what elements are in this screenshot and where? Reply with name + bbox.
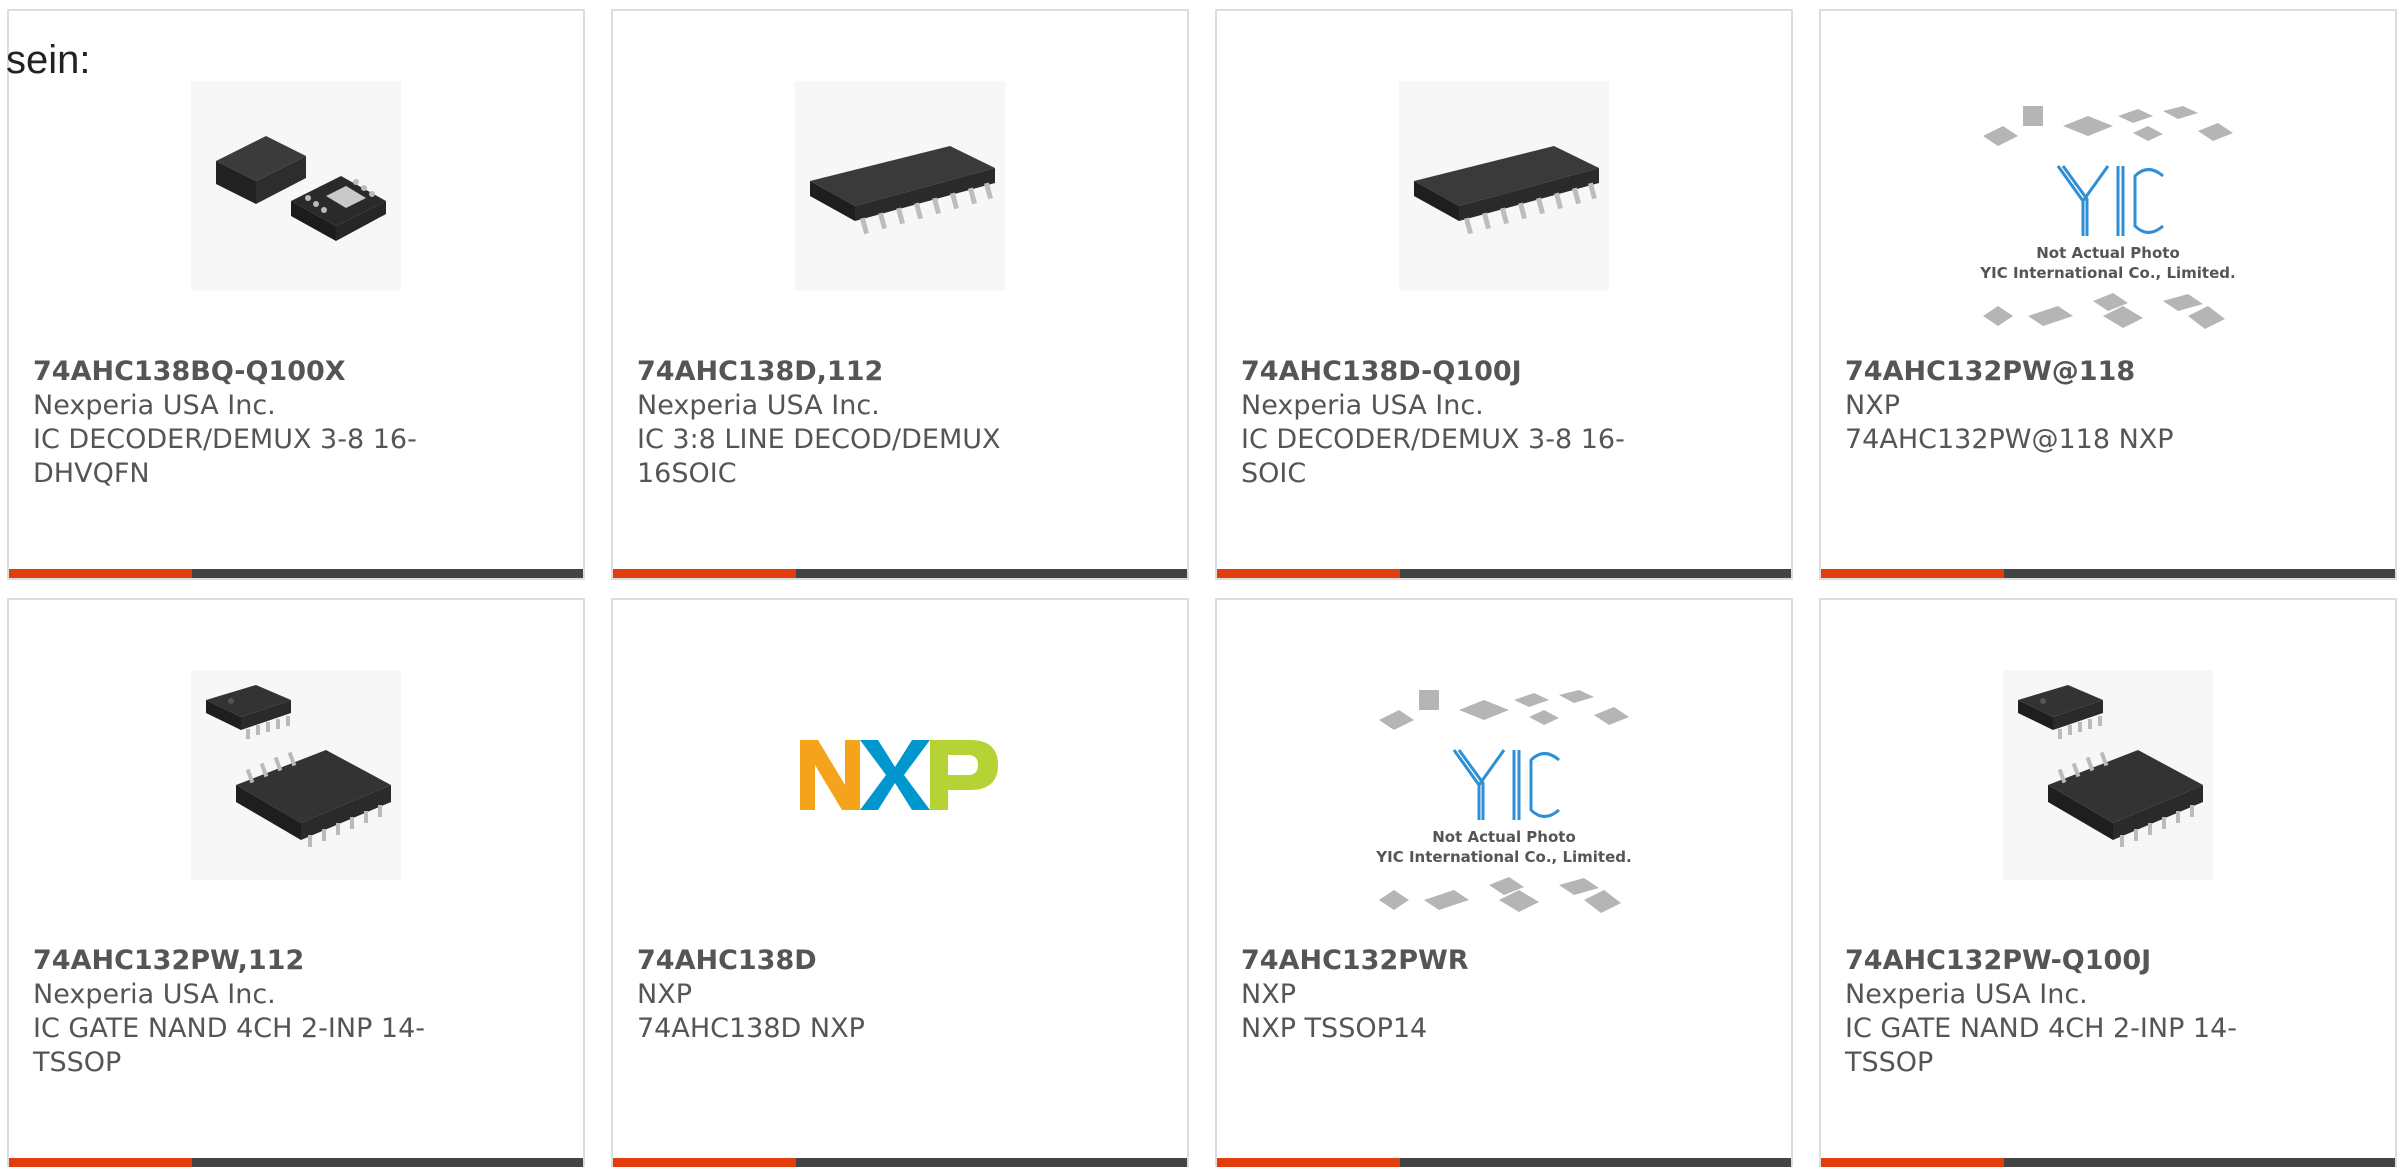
intro-text: sein: (6, 38, 91, 82)
card-footer-bar (613, 1158, 1187, 1167)
soic-chip-image[interactable] (795, 81, 1005, 291)
card-footer-bar (1217, 569, 1791, 578)
svg-text:Not Actual Photo: Not Actual Photo (1432, 828, 1576, 846)
product-description-line: IC GATE NAND 4CH 2-INP 14- (1845, 1013, 2238, 1044)
yic-placeholder-image[interactable]: Not Actual Photo YIC International Co., … (1359, 685, 1649, 935)
product-info: 74AHC138D-Q100J Nexperia USA Inc. IC DEC… (1241, 355, 1661, 491)
product-description-line: 74AHC138D NXP (637, 1013, 865, 1044)
product-grid-page: sein: 74AHC138BQ-Q100X Nexperia USA Inc.… (0, 0, 2400, 1167)
tssop-chip-image[interactable] (191, 670, 401, 880)
card-footer-bar (613, 569, 1187, 578)
qfn-chip-image[interactable] (191, 81, 401, 291)
product-card[interactable]: 74AHC132PW,112 Nexperia USA Inc. IC GATE… (7, 598, 585, 1167)
product-card[interactable]: 74AHC138D NXP 74AHC138D NXP (611, 598, 1189, 1167)
product-description-line: TSSOP (33, 1047, 122, 1078)
product-description-line: IC DECODER/DEMUX 3-8 16- (1241, 424, 1625, 455)
card-accent-bar (1821, 569, 2004, 578)
product-info: 74AHC132PWR NXP NXP TSSOP14 (1241, 944, 1661, 1046)
card-footer-bar (1821, 1158, 2395, 1167)
yic-placeholder-image[interactable]: Not Actual Photo YIC International Co., … (1963, 101, 2253, 351)
product-description-line: IC DECODER/DEMUX 3-8 16- (33, 424, 417, 455)
product-card[interactable]: 74AHC138D-Q100J Nexperia USA Inc. IC DEC… (1215, 9, 1793, 580)
tssop-chip-image[interactable] (2003, 670, 2213, 880)
product-description-line: TSSOP (1845, 1047, 1934, 1078)
manufacturer-name: Nexperia USA Inc. (33, 979, 276, 1010)
product-card[interactable]: 74AHC132PW-Q100J Nexperia USA Inc. IC GA… (1819, 598, 2397, 1167)
product-info: 74AHC138BQ-Q100X Nexperia USA Inc. IC DE… (33, 355, 453, 491)
manufacturer-name: Nexperia USA Inc. (637, 390, 880, 421)
card-accent-bar (1821, 1158, 2004, 1167)
manufacturer-name: Nexperia USA Inc. (1241, 390, 1484, 421)
product-description-line: IC 3:8 LINE DECOD/DEMUX (637, 424, 1001, 455)
part-number-link[interactable]: 74AHC132PW@118 (1845, 355, 2265, 389)
product-description-line: 16SOIC (637, 458, 737, 489)
svg-text:YIC International Co., Limited: YIC International Co., Limited. (1979, 264, 2235, 282)
part-number-link[interactable]: 74AHC138D (637, 944, 1057, 978)
part-number-link[interactable]: 74AHC132PW,112 (33, 944, 453, 978)
card-footer-bar (1217, 1158, 1791, 1167)
card-accent-bar (613, 569, 796, 578)
nxp-logo-image[interactable] (795, 670, 1005, 880)
card-footer-bar (9, 569, 583, 578)
card-accent-bar (9, 1158, 192, 1167)
card-footer-bar (1821, 569, 2395, 578)
product-description-line: IC GATE NAND 4CH 2-INP 14- (33, 1013, 426, 1044)
product-info: 74AHC138D NXP 74AHC138D NXP (637, 944, 1057, 1046)
part-number-link[interactable]: 74AHC132PWR (1241, 944, 1661, 978)
manufacturer-name: NXP (1845, 390, 1900, 421)
product-card[interactable]: Not Actual Photo YIC International Co., … (1819, 9, 2397, 580)
manufacturer-name: NXP (1241, 979, 1296, 1010)
svg-text:YIC International Co., Limited: YIC International Co., Limited. (1375, 848, 1631, 866)
product-description-line: SOIC (1241, 458, 1307, 489)
part-number-link[interactable]: 74AHC138D-Q100J (1241, 355, 1661, 389)
part-number-link[interactable]: 74AHC138D,112 (637, 355, 1057, 389)
manufacturer-name: Nexperia USA Inc. (33, 390, 276, 421)
product-info: 74AHC138D,112 Nexperia USA Inc. IC 3:8 L… (637, 355, 1057, 491)
product-card[interactable]: Not Actual Photo YIC International Co., … (1215, 598, 1793, 1167)
product-description-line: 74AHC132PW@118 NXP (1845, 424, 2174, 455)
card-accent-bar (613, 1158, 796, 1167)
product-info: 74AHC132PW,112 Nexperia USA Inc. IC GATE… (33, 944, 453, 1080)
product-description-line: DHVQFN (33, 458, 150, 489)
card-accent-bar (1217, 569, 1400, 578)
product-card[interactable]: 74AHC138BQ-Q100X Nexperia USA Inc. IC DE… (7, 9, 585, 580)
manufacturer-name: Nexperia USA Inc. (1845, 979, 2088, 1010)
product-info: 74AHC132PW-Q100J Nexperia USA Inc. IC GA… (1845, 944, 2265, 1080)
part-number-link[interactable]: 74AHC132PW-Q100J (1845, 944, 2265, 978)
part-number-link[interactable]: 74AHC138BQ-Q100X (33, 355, 453, 389)
card-footer-bar (9, 1158, 583, 1167)
manufacturer-name: NXP (637, 979, 692, 1010)
soic-chip-image[interactable] (1399, 81, 1609, 291)
product-description-line: NXP TSSOP14 (1241, 1013, 1428, 1044)
card-accent-bar (1217, 1158, 1400, 1167)
card-accent-bar (9, 569, 192, 578)
product-info: 74AHC132PW@118 NXP 74AHC132PW@118 NXP (1845, 355, 2265, 457)
svg-text:Not Actual Photo: Not Actual Photo (2036, 244, 2180, 262)
product-card[interactable]: 74AHC138D,112 Nexperia USA Inc. IC 3:8 L… (611, 9, 1189, 580)
